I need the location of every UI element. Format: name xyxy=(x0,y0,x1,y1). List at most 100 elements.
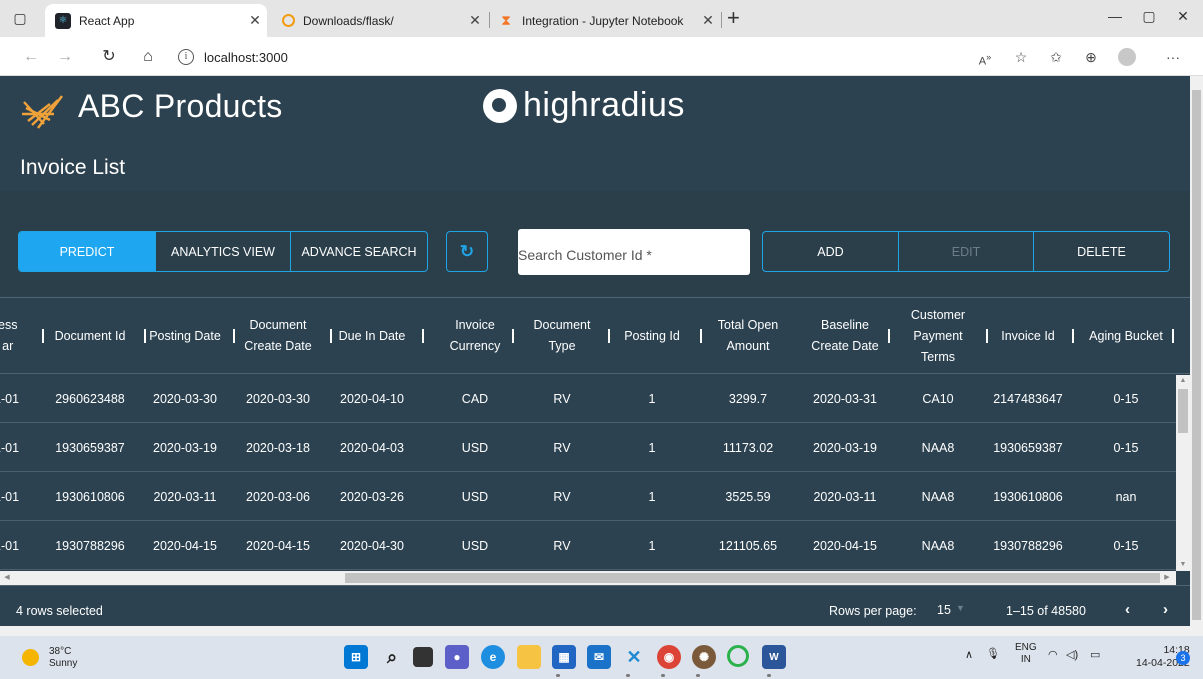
scroll-thumb[interactable] xyxy=(345,573,1160,583)
profile-avatar[interactable] xyxy=(1116,47,1138,67)
search-customer-input[interactable] xyxy=(518,243,704,267)
column-separator[interactable] xyxy=(512,329,514,343)
tab-downloads-flask[interactable]: Downloads/flask/ ✕ xyxy=(272,4,487,37)
reload-icon[interactable]: ↻ xyxy=(98,47,120,67)
weather-widget[interactable]: 38°C Sunny xyxy=(49,646,77,670)
column-separator[interactable] xyxy=(42,329,44,343)
delete-button[interactable]: DELETE xyxy=(1034,232,1169,271)
column-separator[interactable] xyxy=(1072,329,1074,343)
tab-separator xyxy=(489,12,490,28)
table-cell: nan xyxy=(1115,490,1137,504)
caret-down-icon[interactable]: ▼ xyxy=(956,603,965,613)
tab-jupyter[interactable]: ⧗ Integration - Jupyter Notebook ✕ xyxy=(492,4,720,37)
volume-icon[interactable]: ◁) xyxy=(1066,648,1078,661)
new-tab-button[interactable]: + xyxy=(727,6,740,30)
read-aloud-icon[interactable]: A» xyxy=(974,47,996,68)
app-circle-icon[interactable] xyxy=(727,645,749,667)
column-separator[interactable] xyxy=(422,329,424,343)
add-button[interactable]: ADD xyxy=(763,232,899,271)
table-cell: 2020-03-11 xyxy=(153,490,217,504)
scroll-thumb[interactable] xyxy=(1192,90,1201,620)
analytics-view-button[interactable]: ANALYTICS VIEW xyxy=(156,232,291,271)
scroll-right-icon[interactable]: ▶ xyxy=(1160,571,1174,585)
column-header[interactable]: Posting Id xyxy=(604,298,700,374)
tray-overflow-icon[interactable]: ∧ xyxy=(965,648,973,661)
column-separator[interactable] xyxy=(1172,329,1174,343)
favorites-list-icon[interactable]: ✩ xyxy=(1045,47,1067,67)
column-header[interactable]: ess ar xyxy=(0,298,34,374)
close-window-button[interactable]: ✕ xyxy=(1168,8,1198,25)
column-header[interactable]: Baseline Create Date xyxy=(797,298,893,374)
column-header[interactable]: Invoice Id xyxy=(980,298,1076,374)
site-info-icon[interactable]: i xyxy=(178,49,194,65)
word-icon[interactable]: W xyxy=(762,645,786,669)
tab-close-icon[interactable]: ✕ xyxy=(463,12,487,29)
table-row[interactable]: 1-01 1930788296 2020-04-15 2020-04-15 2020-0… xyxy=(0,522,1176,570)
predict-button[interactable]: PREDICT xyxy=(19,232,156,271)
file-explorer-icon[interactable] xyxy=(517,645,541,669)
column-header[interactable]: Due In Date xyxy=(324,298,420,374)
column-header[interactable]: Document Id xyxy=(42,298,138,374)
language-indicator[interactable]: ENG IN xyxy=(1015,642,1037,666)
table-row[interactable]: 1-01 1930659387 2020-03-19 2020-03-18 2020-0… xyxy=(0,424,1176,472)
column-header[interactable]: Aging Bucket xyxy=(1078,298,1174,374)
column-separator[interactable] xyxy=(888,329,890,343)
mail-icon[interactable]: ✉ xyxy=(587,645,611,669)
column-separator[interactable] xyxy=(330,329,332,343)
scroll-left-icon[interactable]: ◀ xyxy=(0,571,14,585)
microphone-icon[interactable]: 🎙 xyxy=(986,647,1000,660)
table-row[interactable]: 1-01 2960623488 2020-03-30 2020-03-30 2020-0… xyxy=(0,375,1176,423)
edit-button[interactable]: EDIT xyxy=(899,232,1034,271)
table-vertical-scrollbar[interactable]: ▲ ▼ xyxy=(1176,375,1190,571)
edge-browser-icon[interactable]: e xyxy=(481,645,505,669)
page-vertical-scrollbar[interactable] xyxy=(1190,76,1203,626)
column-separator[interactable] xyxy=(700,329,702,343)
rows-per-page-select[interactable]: 15 xyxy=(937,603,951,617)
table-horizontal-scrollbar[interactable]: ◀ ▶ xyxy=(0,571,1176,585)
column-header[interactable]: Document Create Date xyxy=(230,298,326,374)
start-menu-icon[interactable]: ⊞ xyxy=(344,645,368,669)
search-icon[interactable]: ⌕ xyxy=(380,645,404,669)
minimize-button[interactable]: — xyxy=(1100,8,1130,24)
column-header[interactable]: Posting Date xyxy=(137,298,233,374)
refresh-button[interactable]: ↻ xyxy=(446,231,488,272)
notification-badge[interactable]: 3 xyxy=(1176,651,1190,665)
home-icon[interactable]: ⌂ xyxy=(137,47,159,67)
column-separator[interactable] xyxy=(608,329,610,343)
forward-icon[interactable]: → xyxy=(54,47,76,67)
column-header[interactable]: Customer Payment Terms xyxy=(890,298,986,374)
task-view-icon[interactable] xyxy=(413,647,433,667)
prev-page-button[interactable]: ‹ xyxy=(1125,601,1130,618)
wifi-icon[interactable]: ◠ xyxy=(1048,648,1058,661)
advance-search-button[interactable]: ADVANCE SEARCH xyxy=(291,232,427,271)
sun-icon[interactable] xyxy=(22,649,39,666)
column-header[interactable]: Invoice Currency xyxy=(427,298,523,374)
back-icon[interactable]: ← xyxy=(20,47,42,67)
scroll-down-icon[interactable]: ▼ xyxy=(1176,559,1190,571)
search-customer-field[interactable] xyxy=(518,229,750,275)
favorite-star-icon[interactable]: ☆ xyxy=(1010,47,1032,67)
tab-close-icon[interactable]: ✕ xyxy=(696,12,720,29)
scroll-thumb[interactable] xyxy=(1178,389,1188,433)
store-icon[interactable]: ▦ xyxy=(552,645,576,669)
collections-icon[interactable]: ⊕ xyxy=(1080,47,1102,67)
tab-close-icon[interactable]: ✕ xyxy=(243,12,267,29)
next-page-button[interactable]: › xyxy=(1163,601,1168,618)
column-separator[interactable] xyxy=(144,329,146,343)
scroll-up-icon[interactable]: ▲ xyxy=(1176,375,1190,387)
anaconda-icon[interactable]: ✺ xyxy=(692,645,716,669)
battery-icon[interactable]: ▭ xyxy=(1090,648,1100,661)
column-header[interactable]: Document Type xyxy=(514,298,610,374)
more-menu-icon[interactable]: ··· xyxy=(1162,47,1184,67)
teams-chat-icon[interactable]: ● xyxy=(445,645,469,669)
column-separator[interactable] xyxy=(986,329,988,343)
tab-actions-icon[interactable]: ▢ xyxy=(10,8,30,28)
column-separator[interactable] xyxy=(233,329,235,343)
restore-button[interactable]: ▢ xyxy=(1134,8,1164,25)
tab-react-app[interactable]: ⚛ React App ✕ xyxy=(45,4,267,37)
page-horizontal-scrollbar[interactable] xyxy=(0,626,1203,636)
column-header[interactable]: Total Open Amount xyxy=(700,298,796,374)
table-row[interactable]: 1-01 1930610806 2020-03-11 2020-03-06 2020-0… xyxy=(0,473,1176,521)
chrome-icon[interactable]: ◉ xyxy=(657,645,681,669)
vscode-icon[interactable]: ✕ xyxy=(622,645,646,669)
